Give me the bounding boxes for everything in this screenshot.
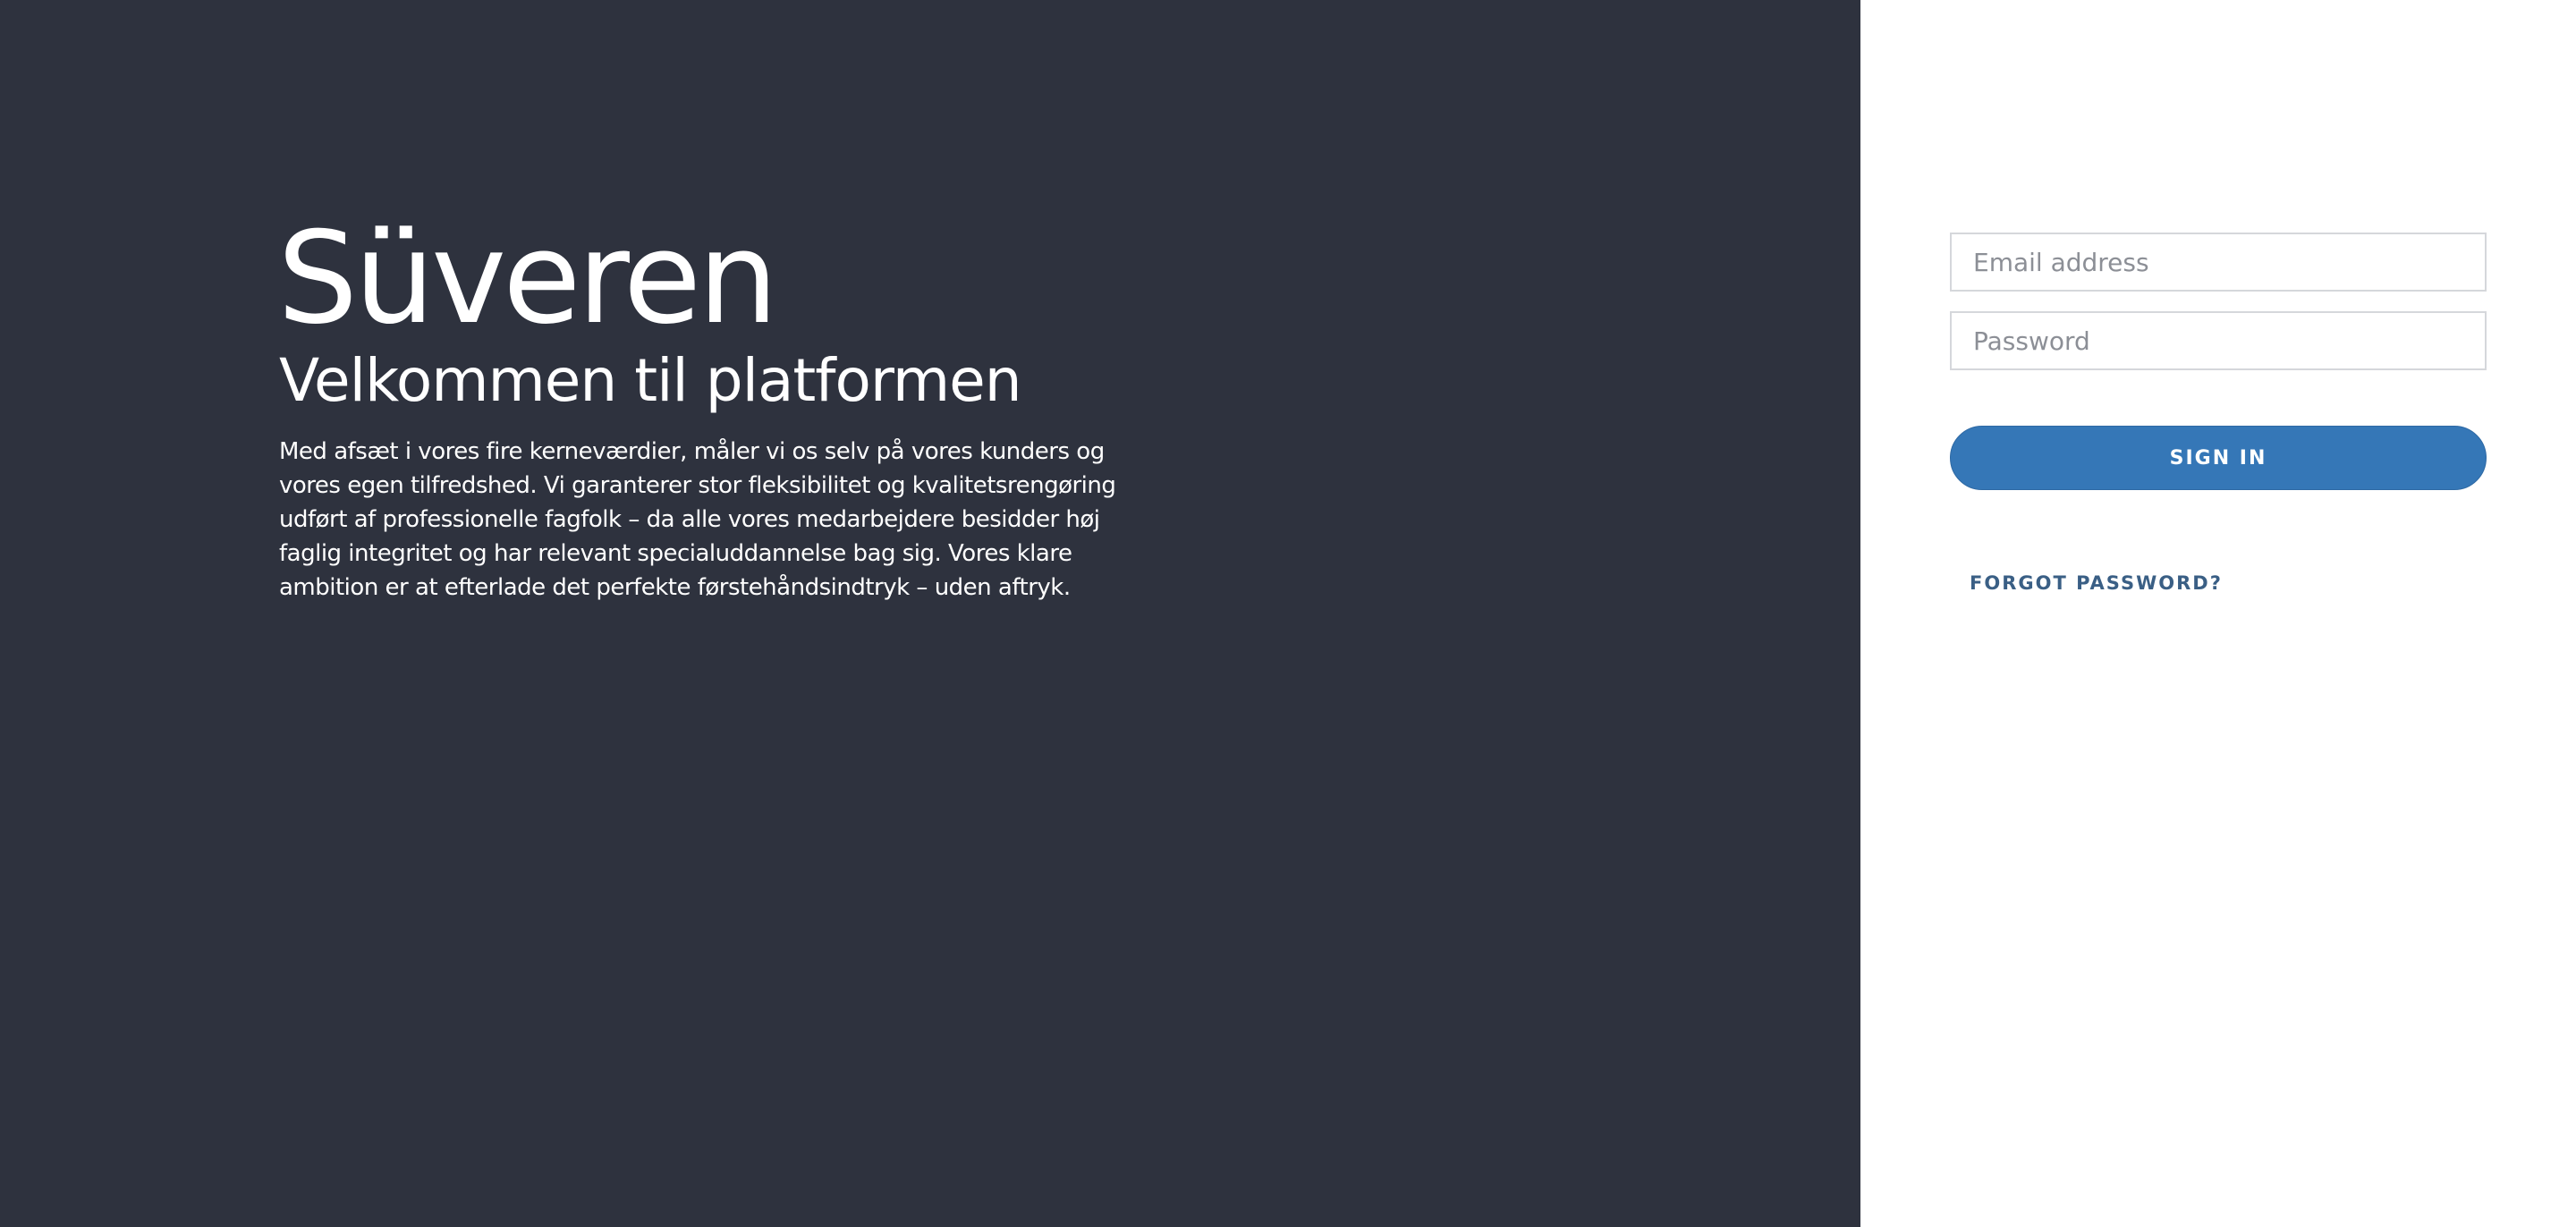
password-field[interactable] (1950, 311, 2487, 370)
company-logo: Süveren (277, 205, 778, 352)
email-field[interactable] (1950, 233, 2487, 292)
email-input[interactable] (1952, 234, 2485, 290)
welcome-title: Velkommen til platformen (279, 346, 1022, 415)
login-panel (1860, 0, 2576, 1227)
password-input[interactable] (1952, 313, 2485, 368)
sign-in-button[interactable]: SIGN IN (1950, 426, 2487, 490)
logo-text: Süveren (277, 205, 778, 352)
welcome-panel: Süveren Velkommen til platformen Med afs… (0, 0, 1860, 1227)
forgot-password-link[interactable]: FORGOT PASSWORD? (1970, 572, 2223, 594)
intro-paragraph: Med afsæt i vores fire kerneværdier, mål… (279, 438, 1116, 601)
